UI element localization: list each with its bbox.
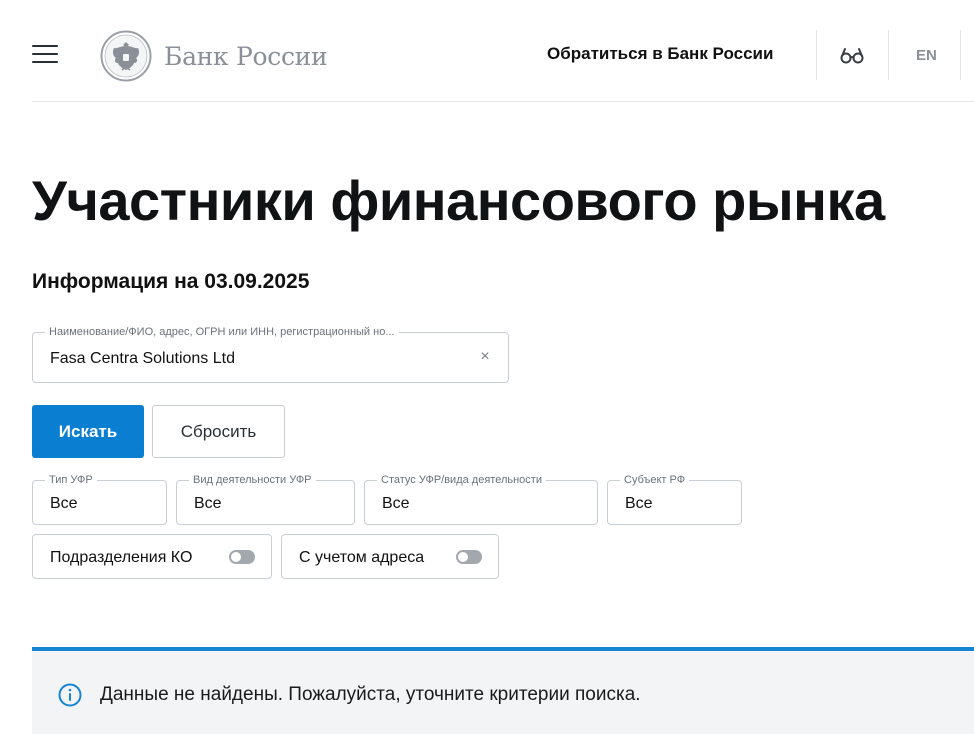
logo-link[interactable]: Банк России (100, 30, 328, 82)
search-input[interactable]: Наименование/ФИО, адрес, ОГРН или ИНН, р… (32, 326, 509, 383)
filter-label: Тип УФР (45, 474, 97, 487)
filter-label: Статус УФР/вида деятельности (377, 474, 546, 487)
toggle-label: Подразделения КО (50, 549, 193, 566)
language-switch[interactable]: EN (916, 47, 937, 64)
eagle-emblem-icon (100, 30, 152, 82)
filter-status[interactable]: Статус УФР/вида деятельности Все (364, 474, 598, 525)
toggle-with-address[interactable]: С учетом адреса (281, 534, 499, 579)
search-input-label: Наименование/ФИО, адрес, ОГРН или ИНН, р… (45, 326, 399, 339)
info-circle-icon (58, 683, 82, 707)
toggle-switch[interactable] (229, 550, 255, 564)
filter-region[interactable]: Субъект РФ Все (607, 474, 742, 525)
no-results-alert: Данные не найдены. Пожалуйста, уточните … (32, 647, 974, 734)
hamburger-menu-icon[interactable] (32, 45, 58, 65)
filter-value: Все (625, 495, 653, 512)
contact-bank-link[interactable]: Обратиться в Банк России (547, 44, 773, 64)
filter-ufr-type[interactable]: Тип УФР Все (32, 474, 167, 525)
header-divider (960, 30, 961, 80)
filter-value: Все (194, 495, 222, 512)
page: Банк России Обратиться в Банк России EN … (0, 0, 974, 734)
search-input-value[interactable]: Fasa Centra Solutions Ltd (50, 350, 235, 368)
search-button[interactable]: Искать (32, 405, 144, 458)
filter-label: Вид деятельности УФР (189, 474, 316, 487)
alert-text: Данные не найдены. Пожалуйста, уточните … (100, 684, 641, 705)
header-divider (816, 30, 817, 80)
logo-text: Банк России (164, 41, 328, 71)
header-divider (888, 30, 889, 80)
reset-button[interactable]: Сбросить (152, 405, 285, 458)
toggle-ko-divisions[interactable]: Подразделения КО (32, 534, 272, 579)
info-date: Информация на 03.09.2025 (32, 270, 310, 293)
page-title: Участники финансового рынка (32, 169, 885, 232)
filter-activity-type[interactable]: Вид деятельности УФР Все (176, 474, 355, 525)
filter-value: Все (382, 495, 410, 512)
filter-value: Все (50, 495, 78, 512)
glasses-icon[interactable] (840, 45, 864, 65)
site-header: Банк России Обратиться в Банк России EN (32, 0, 974, 102)
filter-label: Субъект РФ (620, 474, 690, 487)
close-icon[interactable]: × (478, 349, 492, 365)
toggle-label: С учетом адреса (299, 549, 425, 566)
toggle-switch[interactable] (456, 550, 482, 564)
